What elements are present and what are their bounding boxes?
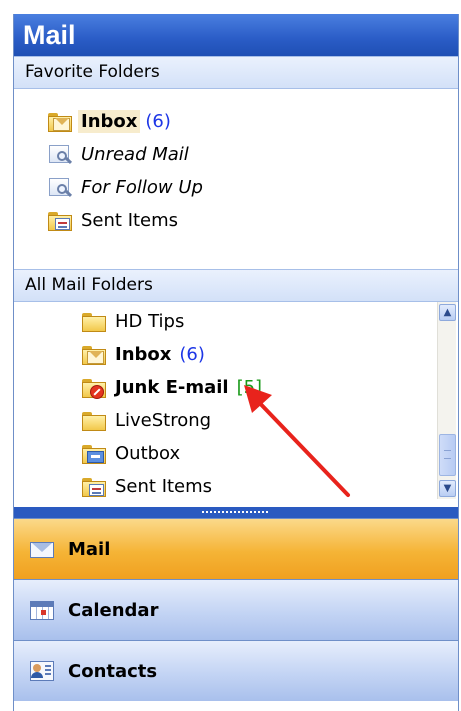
nav-contacts-button[interactable]: Contacts bbox=[14, 640, 458, 701]
all-mail-folders-header[interactable]: All Mail Folders bbox=[14, 269, 458, 302]
nav-calendar-button[interactable]: Calendar bbox=[14, 579, 458, 640]
inbox-folder-icon bbox=[47, 111, 73, 133]
folder-label: Unread Mail bbox=[81, 144, 189, 165]
navigation-pane: Mail Favorite Folders Inbox (6) Unread M… bbox=[13, 14, 459, 711]
folder-icon bbox=[81, 311, 107, 333]
folder-label: Sent Items bbox=[115, 476, 213, 497]
sent-items-folder-icon bbox=[81, 476, 107, 498]
unread-count: (6) bbox=[145, 111, 171, 132]
pane-title: Mail bbox=[14, 14, 458, 56]
favorite-unread-mail[interactable]: Unread Mail bbox=[14, 138, 458, 171]
folder-label: Inbox bbox=[78, 110, 141, 133]
folder-label: Inbox bbox=[115, 344, 172, 365]
folder-label: Junk E-mail bbox=[115, 377, 229, 398]
folder-inbox[interactable]: Inbox (6) bbox=[14, 338, 458, 371]
favorite-sent-items[interactable]: Sent Items bbox=[14, 204, 458, 237]
contacts-icon bbox=[28, 659, 56, 683]
scroll-down-button[interactable]: ▼ bbox=[439, 480, 456, 497]
unread-count: (6) bbox=[179, 344, 205, 365]
nav-label: Calendar bbox=[68, 599, 159, 621]
folder-label: Sent Items bbox=[81, 210, 179, 231]
nav-mail-button[interactable]: Mail bbox=[14, 518, 458, 579]
pane-splitter-handle[interactable] bbox=[14, 507, 458, 518]
search-folder-icon bbox=[47, 177, 73, 199]
favorite-inbox[interactable]: Inbox (6) bbox=[14, 105, 458, 138]
outbox-folder-icon bbox=[81, 443, 107, 465]
folder-label: Outbox bbox=[115, 443, 181, 464]
favorite-folders-list: Inbox (6) Unread Mail For Follow Up Sent… bbox=[14, 89, 458, 269]
folder-label: For Follow Up bbox=[81, 177, 203, 198]
annotation-arrow bbox=[244, 385, 350, 497]
favorite-folders-header[interactable]: Favorite Folders bbox=[14, 56, 458, 89]
mail-icon bbox=[28, 537, 56, 561]
sent-items-folder-icon bbox=[47, 210, 73, 232]
calendar-icon bbox=[28, 598, 56, 622]
folder-label: LiveStrong bbox=[115, 410, 212, 431]
nav-label: Contacts bbox=[68, 660, 158, 682]
scroll-thumb[interactable] bbox=[439, 434, 456, 476]
folder-icon bbox=[81, 410, 107, 432]
folder-hd-tips[interactable]: HD Tips bbox=[14, 305, 458, 338]
scroll-up-button[interactable]: ▲ bbox=[439, 304, 456, 321]
search-folder-icon bbox=[47, 144, 73, 166]
folder-label: HD Tips bbox=[115, 311, 185, 332]
junk-folder-icon bbox=[81, 377, 107, 399]
favorite-for-follow-up[interactable]: For Follow Up bbox=[14, 171, 458, 204]
nav-label: Mail bbox=[68, 538, 111, 560]
folder-scrollbar[interactable]: ▲ ▼ bbox=[437, 302, 456, 499]
inbox-folder-icon bbox=[81, 344, 107, 366]
